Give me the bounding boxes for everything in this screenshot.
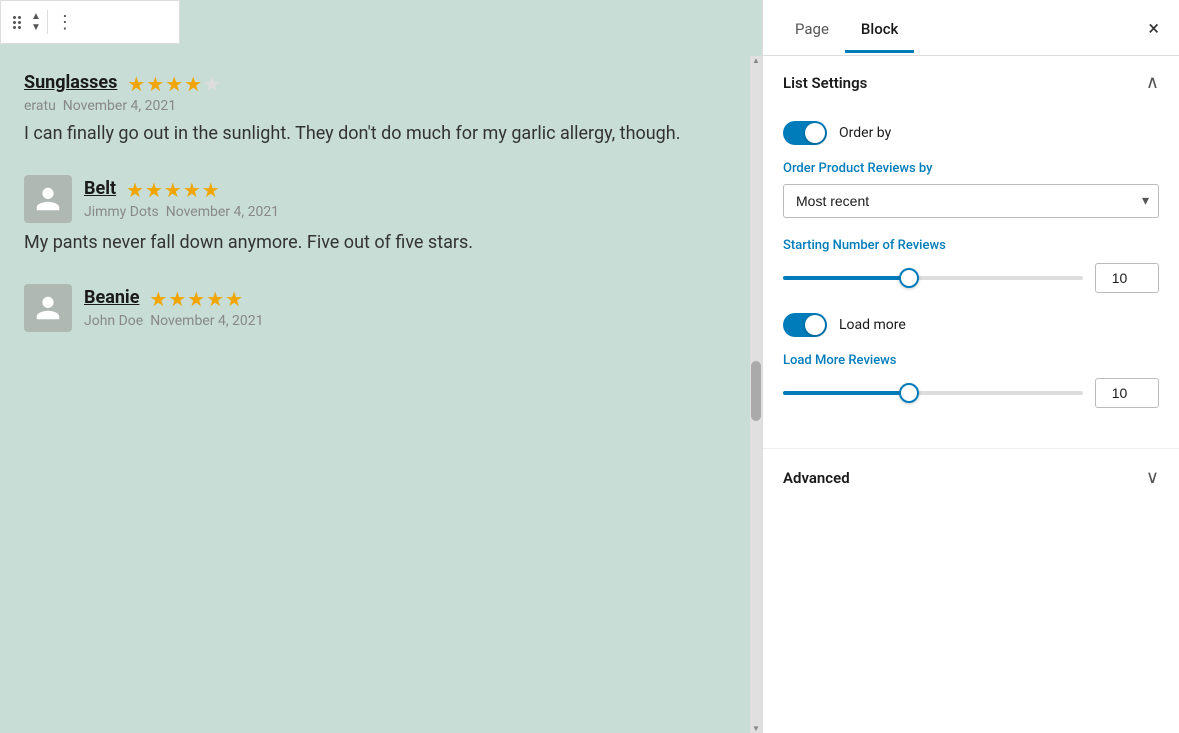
advanced-section: Advanced ∨ [763, 449, 1179, 506]
drag-handle[interactable] [9, 12, 25, 33]
user-icon [34, 185, 62, 213]
close-button[interactable]: × [1144, 14, 1163, 42]
load-more-input[interactable] [1095, 378, 1159, 408]
toggle-knob [805, 123, 825, 143]
review-header: Belt ★ ★ ★ ★ ★ Jimmy Dots November 4, 20… [24, 175, 738, 223]
review-product-name[interactable]: Beanie [84, 287, 139, 308]
slider-track [783, 391, 1083, 395]
load-more-slider-row [783, 378, 1159, 408]
slider-track [783, 276, 1083, 280]
review-author-date: John Doe November 4, 2021 [84, 313, 264, 329]
starting-number-label: Starting Number of Reviews [783, 238, 1159, 253]
tabs: Page Block [779, 4, 1144, 52]
toolbar-divider [47, 10, 48, 34]
avatar [24, 284, 72, 332]
block-toolbar: ▲ ▼ ⋮ [0, 0, 180, 44]
move-arrows[interactable]: ▲ ▼ [29, 9, 43, 35]
advanced-title: Advanced [783, 469, 850, 487]
review-product-name[interactable]: Belt [84, 178, 116, 199]
review-body: My pants never fall down anymore. Five o… [24, 229, 738, 256]
toggle-knob [805, 315, 825, 335]
order-by-toggle[interactable] [783, 121, 827, 145]
list-item: Belt ★ ★ ★ ★ ★ Jimmy Dots November 4, 20… [24, 175, 738, 256]
starting-number-input[interactable] [1095, 263, 1159, 293]
review-stars: ★ ★ ★ ★ ★ [127, 72, 221, 96]
settings-panel: List Settings ∧ Order by Order Product R… [763, 56, 1179, 733]
advanced-section-header[interactable]: Advanced ∨ [763, 449, 1179, 506]
list-item: Beanie ★ ★ ★ ★ ★ John Doe November 4, 20… [24, 284, 738, 332]
tab-page[interactable]: Page [779, 4, 845, 53]
list-settings-title: List Settings [783, 74, 867, 92]
load-more-row: Load more [783, 313, 1159, 337]
slider-fill [783, 276, 909, 280]
list-settings-section: List Settings ∧ Order by Order Product R… [763, 56, 1179, 449]
avatar [24, 175, 72, 223]
slider-fill [783, 391, 909, 395]
tab-block[interactable]: Block [845, 4, 914, 53]
slider-thumb[interactable] [899, 268, 919, 288]
block-options-button[interactable]: ⋮ [52, 12, 79, 33]
load-more-label: Load more [839, 317, 906, 333]
starting-number-slider[interactable] [783, 266, 1083, 290]
review-stars: ★ ★ ★ ★ ★ [126, 178, 220, 202]
review-author-date: Jimmy Dots November 4, 2021 [84, 204, 279, 220]
order-by-row: Order by [783, 121, 1159, 145]
list-settings-header[interactable]: List Settings ∧ [763, 56, 1179, 109]
collapse-icon: ∧ [1146, 72, 1159, 93]
order-product-label: Order Product Reviews by [783, 161, 1159, 176]
review-header: Beanie ★ ★ ★ ★ ★ John Doe November 4, 20… [24, 284, 738, 332]
slider-thumb[interactable] [899, 383, 919, 403]
starting-number-slider-row [783, 263, 1159, 293]
expand-icon: ∨ [1146, 467, 1159, 488]
tab-bar: Page Block × [763, 0, 1179, 56]
user-icon [34, 294, 62, 322]
load-more-toggle[interactable] [783, 313, 827, 337]
order-select-wrapper: Most recent Oldest Highest rating Lowest… [783, 184, 1159, 218]
list-item: Sunglasses ★ ★ ★ ★ ★ eratu November 4, 2… [24, 72, 738, 147]
review-author-date: eratu November 4, 2021 [24, 98, 221, 114]
review-product-name[interactable]: Sunglasses [24, 72, 117, 93]
reviews-content: Sunglasses ★ ★ ★ ★ ★ eratu November 4, 2… [0, 56, 762, 733]
order-select[interactable]: Most recent Oldest Highest rating Lowest… [783, 184, 1159, 218]
load-more-reviews-label: Load More Reviews [783, 353, 1159, 368]
review-header: Sunglasses ★ ★ ★ ★ ★ eratu November 4, 2… [24, 72, 738, 114]
order-by-label: Order by [839, 125, 891, 141]
list-settings-body: Order by Order Product Reviews by Most r… [763, 109, 1179, 448]
review-body: I can finally go out in the sunlight. Th… [24, 120, 738, 147]
load-more-slider[interactable] [783, 381, 1083, 405]
content-panel: ▲ ▼ ⋮ ▲ ▼ Sunglasses ★ ★ ★ ★ [0, 0, 762, 733]
right-panel: Page Block × List Settings ∧ Order by [762, 0, 1179, 733]
review-stars: ★ ★ ★ ★ ★ [149, 287, 243, 311]
